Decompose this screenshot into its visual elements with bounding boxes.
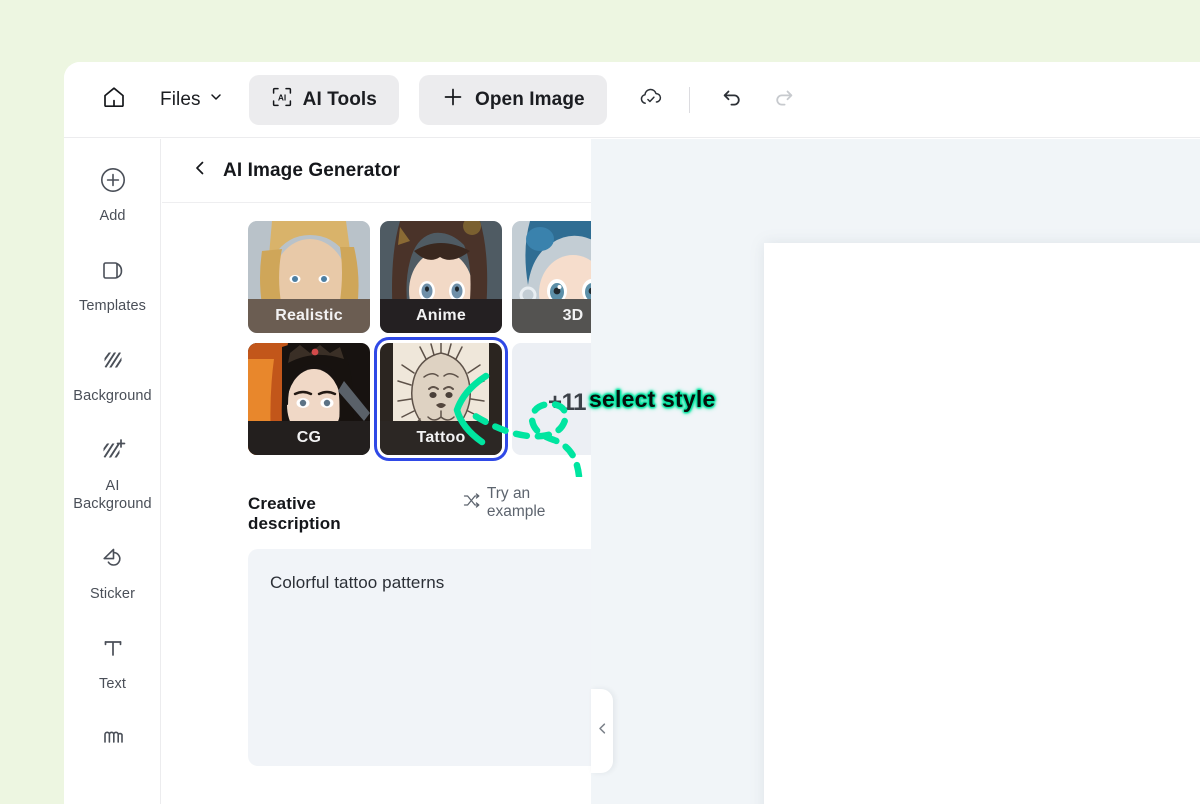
sidebar-item-background[interactable]: Background <box>64 333 160 409</box>
style-card-tattoo[interactable]: Tattoo <box>380 343 502 455</box>
style-card-label: Anime <box>380 299 502 333</box>
plus-circle-icon <box>97 163 129 197</box>
style-card-more[interactable]: +11 <box>512 343 591 455</box>
cloud-save-button[interactable] <box>629 78 673 122</box>
panel-header: AI Image Generator <box>162 139 591 203</box>
style-card-3d[interactable]: 3D <box>512 221 591 333</box>
ai-frame-icon: AI <box>271 86 293 113</box>
undo-arrow-icon <box>719 84 745 115</box>
sidebar-item-label-line1: AI <box>105 478 120 494</box>
redo-button[interactable] <box>762 78 806 122</box>
files-menu[interactable]: Files <box>154 83 229 117</box>
sidebar-item-label: Add <box>99 208 126 224</box>
try-an-example-label: Try an example <box>486 485 546 520</box>
creative-description-value: Colorful tattoo patterns <box>270 573 445 592</box>
style-card-label: Realistic <box>248 299 370 333</box>
shuffle-icon <box>463 492 480 514</box>
sidebar-item-brush[interactable] <box>64 711 160 769</box>
sidebar-item-label: Templates <box>79 298 146 314</box>
canvas-area[interactable] <box>591 139 1200 804</box>
home-icon <box>100 83 128 116</box>
home-button[interactable] <box>94 80 134 120</box>
sidebar-item-label: Background <box>73 388 152 404</box>
text-t-icon <box>97 631 129 665</box>
top-toolbar: Files AI AI Tools Open Image <box>64 62 1200 138</box>
panel-collapse-button[interactable] <box>591 689 613 773</box>
sidebar-item-add[interactable]: Add <box>64 153 160 229</box>
cloud-check-icon <box>637 83 665 116</box>
brush-icon <box>97 721 129 755</box>
panel-back-button[interactable] <box>189 160 211 182</box>
left-sidebar: Add Templates Background AI Background S… <box>64 139 161 804</box>
style-card-cg[interactable]: CG <box>248 343 370 455</box>
artboard[interactable] <box>764 243 1200 804</box>
more-styles-label: +11 <box>548 389 586 416</box>
sidebar-item-text[interactable]: Text <box>64 621 160 697</box>
toolbar-divider <box>688 86 690 113</box>
files-label: Files <box>160 88 201 110</box>
ai-tools-label: AI Tools <box>302 88 377 110</box>
sidebar-item-label: Sticker <box>89 586 135 602</box>
style-card-label: 3D <box>512 299 591 333</box>
chevron-left-icon <box>191 159 209 182</box>
ai-image-generator-panel: AI Image Generator Realistic Anime 3D CG… <box>162 139 591 804</box>
layers-icon <box>97 253 129 287</box>
ai-tools-button[interactable]: AI AI Tools <box>248 74 399 125</box>
creative-description-header: Creative description Try an example <box>162 455 591 534</box>
try-an-example-button[interactable]: Try an example <box>463 485 591 521</box>
undo-button[interactable] <box>710 78 754 122</box>
sidebar-item-ai-background[interactable]: AI Background <box>64 423 160 517</box>
chevron-down-icon <box>209 90 223 109</box>
sticker-icon <box>97 541 129 575</box>
sidebar-item-templates[interactable]: Templates <box>64 243 160 319</box>
page-title: AI Image Generator <box>223 159 401 181</box>
style-card-label: CG <box>248 421 370 455</box>
open-image-label: Open Image <box>474 88 585 110</box>
sidebar-item-label-line2: Background <box>73 496 152 512</box>
style-card-realistic[interactable]: Realistic <box>248 221 370 333</box>
redo-arrow-icon <box>771 84 797 115</box>
hatch-square-icon <box>97 343 129 377</box>
style-card-anime[interactable]: Anime <box>380 221 502 333</box>
app-window: Files AI AI Tools Open Image Add Templat… <box>64 62 1200 804</box>
style-card-label: Tattoo <box>380 421 502 455</box>
creative-description-title: Creative description <box>248 494 341 533</box>
hatch-square-sparkle-icon <box>97 433 129 467</box>
sidebar-item-label: Text <box>99 676 126 692</box>
plus-icon <box>441 85 465 114</box>
style-grid: Realistic Anime 3D CG Tattoo +11 <box>162 203 591 455</box>
svg-text:AI: AI <box>277 93 285 103</box>
open-image-button[interactable]: Open Image <box>418 74 607 125</box>
sidebar-item-sticker[interactable]: Sticker <box>64 531 160 607</box>
creative-description-input[interactable]: Colorful tattoo patterns <box>248 549 591 766</box>
chevron-left-icon <box>596 722 609 740</box>
